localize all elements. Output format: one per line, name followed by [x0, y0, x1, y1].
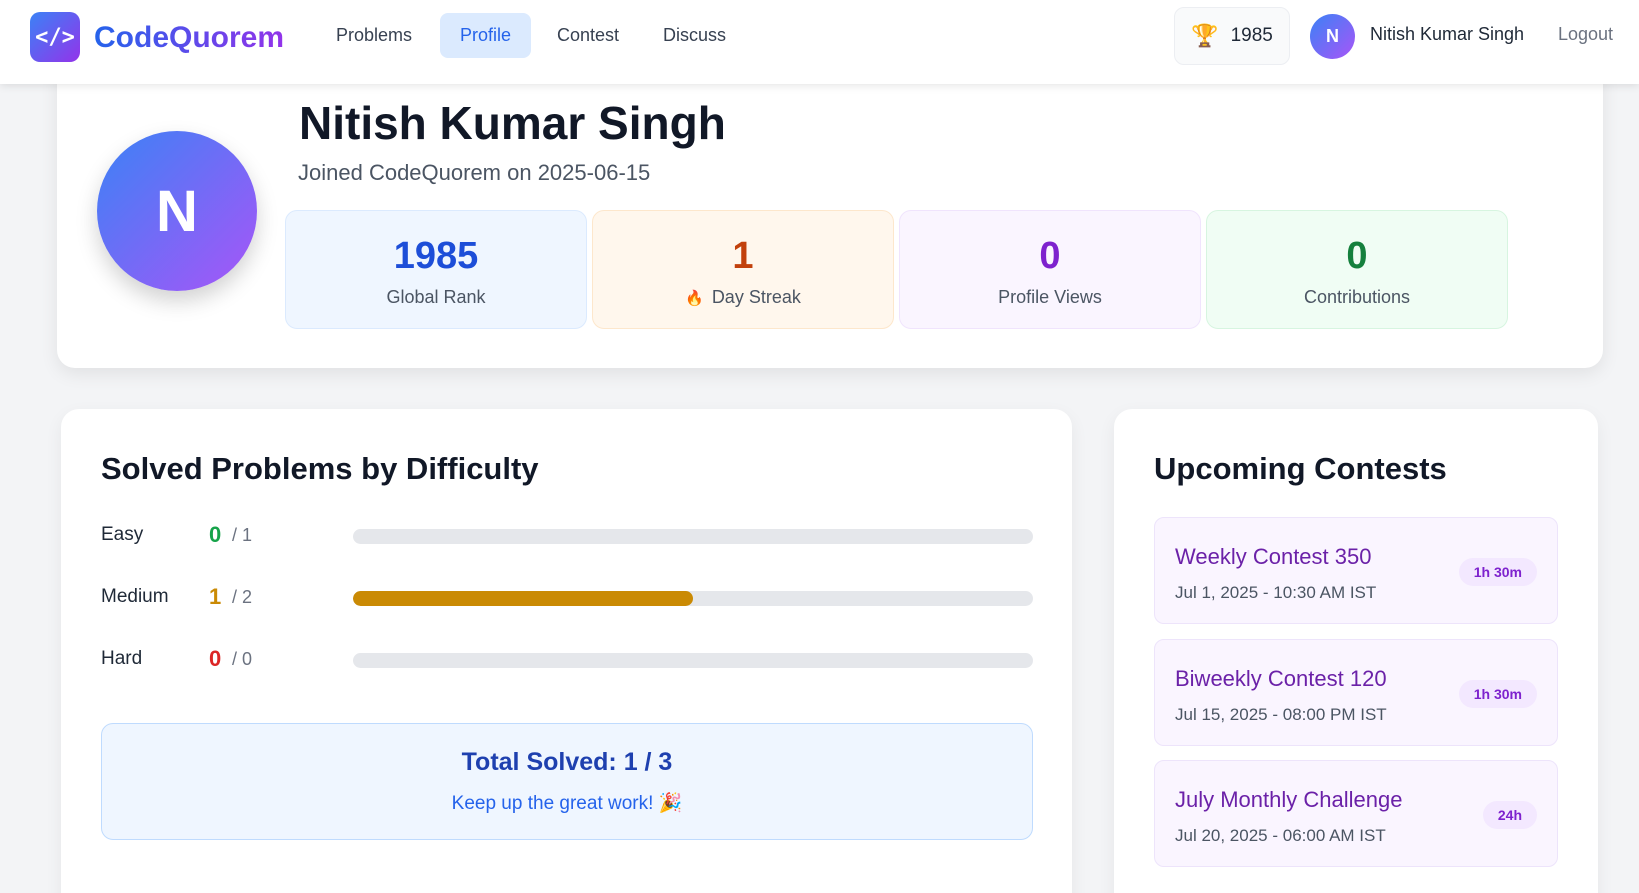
- stat-label-row: Contributions: [1207, 287, 1507, 308]
- contest-name[interactable]: July Monthly Challenge: [1175, 787, 1402, 813]
- total-solved-title: Total Solved: 1 / 3: [461, 748, 673, 776]
- profile-header-card: N Nitish Kumar Singh Joined CodeQuorem o…: [57, 60, 1603, 368]
- rating-badge: 🏆 1985: [1174, 7, 1290, 65]
- total-count: / 2: [232, 587, 253, 607]
- solved-count: 1: [209, 584, 222, 609]
- stat-label-row: 🔥 Day Streak: [593, 287, 893, 308]
- logout-button[interactable]: Logout: [1558, 24, 1613, 45]
- contest-date: Jul 15, 2025 - 08:00 PM IST: [1175, 705, 1387, 724]
- stat-label: Profile Views: [998, 287, 1102, 307]
- difficulty-name: Medium: [101, 586, 169, 607]
- stat-label-row: Global Rank: [286, 287, 586, 308]
- profile-avatar: N: [97, 131, 257, 291]
- rating-value: 1985: [1230, 25, 1273, 46]
- contest-name[interactable]: Biweekly Contest 120: [1175, 666, 1387, 692]
- upcoming-contests-card: Upcoming Contests Weekly Contest 350 Jul …: [1114, 409, 1598, 893]
- difficulty-row-easy: Easy 0 / 1: [101, 516, 1041, 556]
- contest-item[interactable]: Biweekly Contest 120 Jul 15, 2025 - 08:00…: [1154, 639, 1558, 746]
- progress-track: [353, 591, 1033, 606]
- solved-count: 0: [209, 522, 222, 547]
- stat-label: Contributions: [1303, 287, 1411, 307]
- stat-value: 1985: [393, 235, 479, 277]
- stat-value: 0: [1346, 235, 1368, 277]
- solved-title: Solved Problems by Difficulty: [101, 451, 539, 486]
- solved-problems-card: Solved Problems by Difficulty Easy 0 / 1 Me…: [61, 409, 1072, 893]
- joined-date: Joined CodeQuorem on 2025-06-15: [298, 160, 651, 185]
- stat-label-row: Profile Views: [900, 287, 1200, 308]
- stat-box: 0 Contributions: [1206, 210, 1508, 329]
- stat-box: 1 🔥 Day Streak: [592, 210, 894, 329]
- stat-box: 0 Profile Views: [899, 210, 1201, 329]
- profile-name: Nitish Kumar Singh: [299, 97, 726, 149]
- difficulty-row-medium: Medium 1 / 2: [101, 578, 1041, 618]
- difficulty-name: Easy: [101, 524, 144, 545]
- stat-label: Global Rank: [386, 287, 486, 307]
- stat-value: 1: [732, 235, 754, 277]
- contest-item[interactable]: July Monthly Challenge Jul 20, 2025 - 06:…: [1154, 760, 1558, 867]
- difficulty-name: Hard: [101, 648, 143, 669]
- contest-date: Jul 20, 2025 - 06:00 AM IST: [1175, 826, 1386, 845]
- total-count: / 1: [232, 525, 253, 545]
- contests-title: Upcoming Contests: [1154, 451, 1447, 486]
- difficulty-row-hard: Hard 0 / 0: [101, 640, 1041, 680]
- nav-discuss[interactable]: Discuss: [643, 13, 746, 58]
- stat-value: 0: [1039, 235, 1061, 277]
- nav-username[interactable]: Nitish Kumar Singh: [1370, 24, 1524, 45]
- duration-badge: 1h 30m: [1458, 558, 1537, 586]
- encouragement-message: Keep up the great work! 🎉: [451, 793, 683, 814]
- code-logo-icon[interactable]: </>: [30, 12, 80, 62]
- brand-name[interactable]: CodeQuorem: [94, 18, 284, 58]
- contest-item[interactable]: Weekly Contest 350 Jul 1, 2025 - 10:30 AM…: [1154, 517, 1558, 624]
- progress-track: [353, 529, 1033, 544]
- nav-problems[interactable]: Problems: [316, 13, 432, 58]
- nav-profile[interactable]: Profile: [440, 13, 532, 58]
- progress-fill: [353, 591, 693, 606]
- trophy-icon: 🏆: [1191, 23, 1219, 48]
- nav-contest[interactable]: Contest: [537, 13, 639, 58]
- progress-track: [353, 653, 1033, 668]
- contest-name[interactable]: Weekly Contest 350: [1175, 544, 1371, 570]
- stat-box: 1985 Global Rank: [285, 210, 587, 329]
- duration-badge: 1h 30m: [1458, 680, 1537, 708]
- user-avatar[interactable]: N: [1310, 14, 1355, 59]
- top-navbar: </> CodeQuorem Problems Profile Contest …: [0, 0, 1639, 84]
- total-count: / 0: [232, 649, 253, 669]
- total-solved-box: Total Solved: 1 / 3 Keep up the great wo…: [101, 723, 1033, 840]
- duration-badge: 24h: [1482, 801, 1537, 829]
- fire-icon: 🔥: [685, 290, 704, 307]
- contest-date: Jul 1, 2025 - 10:30 AM IST: [1175, 583, 1377, 602]
- solved-count: 0: [209, 646, 222, 671]
- stat-label: Day Streak: [711, 287, 801, 307]
